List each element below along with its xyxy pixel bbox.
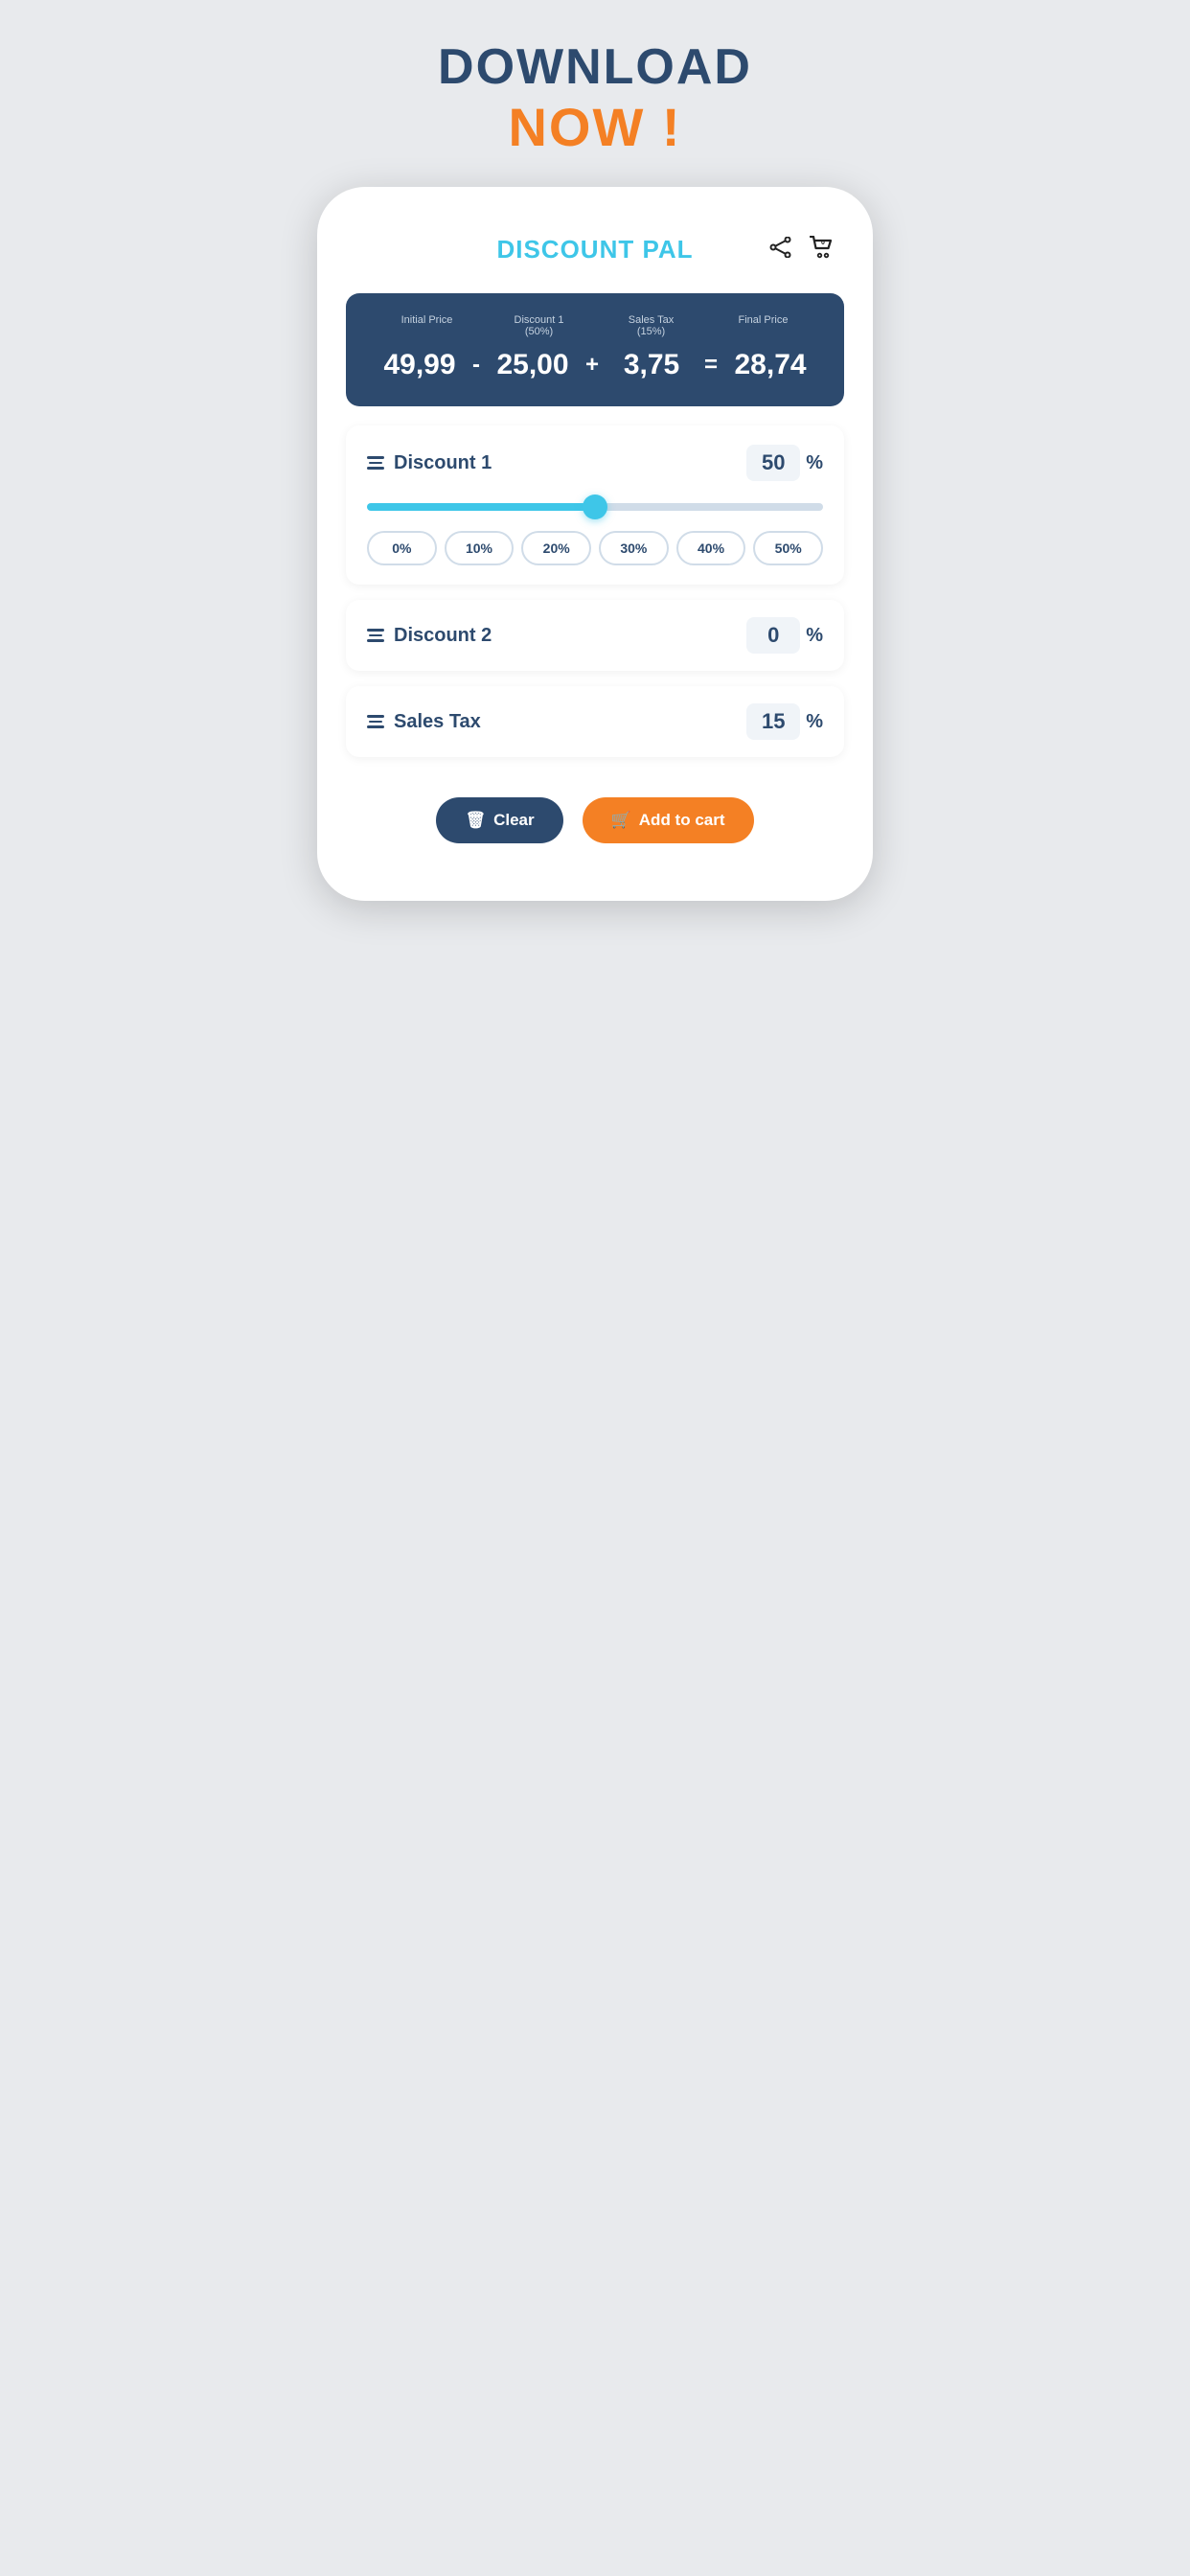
preset-20[interactable]: 20% [521,531,591,565]
add-cart-label: Add to cart [639,811,725,830]
add-cart-icon: 🛒 [611,811,631,830]
filter-icon-1 [367,456,384,470]
minus-operator: - [469,352,484,379]
bottom-buttons: 🗑 Clear 🛒 Add to cart [317,782,873,843]
sales-tax-value[interactable]: 15 [746,703,800,740]
final-price-value: 28,74 [721,349,819,381]
share-icon[interactable] [769,237,792,264]
price-labels: Initial Price Discount 1(50%) Sales Tax(… [371,314,819,337]
initial-price-value: 49,99 [371,349,469,381]
discount1-percent: % [806,452,823,474]
preset-30[interactable]: 30% [599,531,669,565]
app-header: DISCOUNT PAL 0 [317,235,873,293]
price-card: Initial Price Discount 1(50%) Sales Tax(… [346,293,844,406]
discount1-section: Discount 1 50 % 0% 10% 20% 30% 40% 50% [346,426,844,585]
discount1-value[interactable]: 50 [746,445,800,481]
page-header: DOWNLOAD NOW ! [438,38,752,158]
tax-price-value: 3,75 [603,349,700,381]
discount2-section: Discount 2 0 % [346,600,844,671]
plus-operator: + [582,352,603,379]
preset-0[interactable]: 0% [367,531,437,565]
label-final: Final Price [707,314,819,337]
label-tax: Sales Tax(15%) [595,314,707,337]
clear-icon: 🗑 [465,811,486,830]
clear-label: Clear [493,811,535,830]
sales-tax-label: Sales Tax [394,711,481,733]
add-to-cart-button[interactable]: 🛒 Add to cart [583,797,754,843]
header-icons: 0 [769,236,835,264]
discount1-label: Discount 1 [394,452,492,474]
controls-area: Discount 1 50 % 0% 10% 20% 30% 40% 50% [317,406,873,782]
discount1-slider-container[interactable] [367,498,823,516]
discount1-title: Discount 1 [367,452,492,474]
sales-tax-value-box: 15 % [746,703,823,740]
discount2-title: Discount 2 [367,625,492,647]
discount2-value[interactable]: 0 [746,617,800,654]
price-row: 49,99 - 25,00 + 3,75 = 28,74 [371,349,819,381]
sales-tax-section: Sales Tax 15 % [346,686,844,757]
svg-text:0: 0 [821,240,825,246]
preset-40[interactable]: 40% [676,531,746,565]
sales-tax-title: Sales Tax [367,711,481,733]
discount1-value-box: 50 % [746,445,823,481]
discount2-label: Discount 2 [394,625,492,647]
preset-10[interactable]: 10% [445,531,515,565]
equals-operator: = [700,352,721,379]
phone-frame: DISCOUNT PAL 0 [317,187,873,901]
filter-icon-2 [367,629,384,642]
preset-buttons: 0% 10% 20% 30% 40% 50% [367,531,823,565]
clear-button[interactable]: 🗑 Clear [436,797,562,843]
title-line2: NOW ! [438,96,752,158]
sales-tax-percent: % [806,711,823,733]
label-initial: Initial Price [371,314,483,337]
discount2-percent: % [806,625,823,647]
cart-icon[interactable]: 0 [810,236,835,264]
discount1-slider[interactable] [367,503,823,511]
discount1-header: Discount 1 50 % [367,445,823,481]
preset-50[interactable]: 50% [753,531,823,565]
title-line1: DOWNLOAD [438,38,752,96]
discount-price-value: 25,00 [484,349,582,381]
app-title: DISCOUNT PAL [496,235,693,264]
label-discount1: Discount 1(50%) [483,314,595,337]
filter-icon-3 [367,715,384,728]
discount2-value-box: 0 % [746,617,823,654]
